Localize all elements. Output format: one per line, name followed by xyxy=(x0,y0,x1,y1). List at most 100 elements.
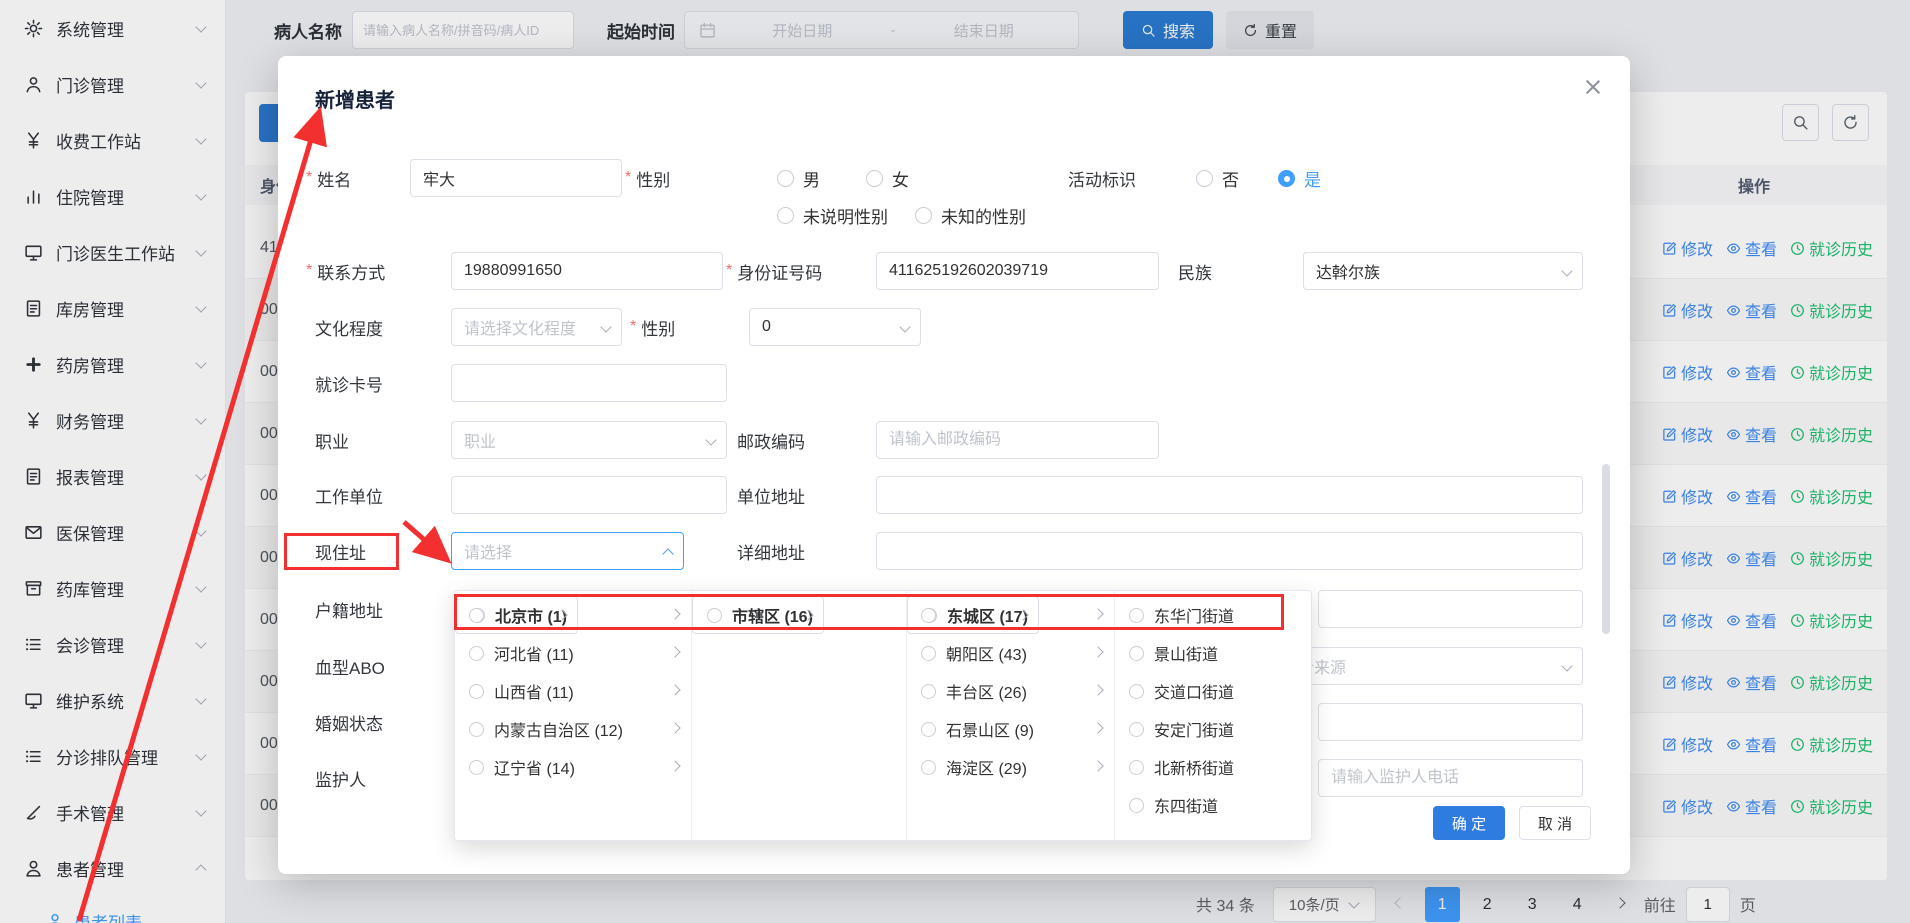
ethnicity-label: 民族 xyxy=(1178,252,1212,290)
cascader-option[interactable]: 东四街道 xyxy=(1115,786,1311,824)
cascader-option[interactable]: 辽宁省 (14) xyxy=(455,748,691,786)
cascader-option-label: 河北省 (11) xyxy=(494,641,661,665)
chevron-down-icon xyxy=(600,322,612,334)
work-unit-input[interactable] xyxy=(451,476,727,514)
radio-icon[interactable] xyxy=(469,646,484,661)
chevron-up-icon xyxy=(662,546,674,558)
chevron-right-icon xyxy=(671,647,681,659)
cascader-option-label: 朝阳区 (43) xyxy=(946,641,1084,665)
radio-checked-icon[interactable] xyxy=(1278,170,1295,187)
dialog-scrollbar[interactable] xyxy=(1602,464,1610,634)
occupation-select[interactable]: 职业 xyxy=(451,421,727,459)
gender-radio-male[interactable]: 男 xyxy=(777,159,820,197)
confirm-button[interactable]: 确 定 xyxy=(1433,806,1505,840)
cascader-option[interactable]: 山西省 (11) xyxy=(455,672,691,710)
gender-radio-female[interactable]: 女 xyxy=(866,159,909,197)
cascader-option-label: 市辖区 (16) xyxy=(732,603,813,627)
cascader-option[interactable]: 景山街道 xyxy=(1115,634,1311,672)
radio-icon[interactable] xyxy=(1129,608,1144,623)
radio-icon[interactable] xyxy=(777,207,794,224)
radio-icon[interactable] xyxy=(1129,684,1144,699)
id-number-label: *身份证号码 xyxy=(726,252,822,290)
chevron-right-icon xyxy=(671,761,681,773)
cascader-option-label: 海淀区 (29) xyxy=(946,755,1084,779)
cascader-column: 市辖区 (16) xyxy=(692,591,907,840)
education-label: 文化程度 xyxy=(315,308,383,346)
chevron-right-icon xyxy=(1094,723,1104,735)
cascader-option[interactable]: 石景山区 (9) xyxy=(907,710,1114,748)
radio-icon[interactable] xyxy=(921,684,936,699)
cascader-option[interactable]: 市辖区 (16) xyxy=(692,596,824,634)
radio-icon[interactable] xyxy=(921,646,936,661)
postal-code-input[interactable] xyxy=(876,421,1159,459)
marital-status-side-input[interactable] xyxy=(1318,703,1583,741)
radio-icon[interactable] xyxy=(469,684,484,699)
radio-icon[interactable] xyxy=(921,722,936,737)
education-select[interactable]: 请选择文化程度 xyxy=(451,308,622,346)
cascader-option[interactable]: 河北省 (11) xyxy=(455,634,691,672)
radio-icon[interactable] xyxy=(469,608,484,623)
postal-code-label: 邮政编码 xyxy=(737,421,805,459)
cancel-button[interactable]: 取 消 xyxy=(1519,806,1591,840)
gender-code-select[interactable]: 0 xyxy=(749,308,921,346)
chevron-down-icon xyxy=(705,435,717,447)
contact-input[interactable] xyxy=(451,252,723,290)
chevron-right-icon xyxy=(558,610,568,622)
radio-icon[interactable] xyxy=(921,608,936,623)
radio-icon[interactable] xyxy=(1129,646,1144,661)
radio-icon[interactable] xyxy=(915,207,932,224)
radio-icon[interactable] xyxy=(1129,722,1144,737)
gender-radio-unexplained[interactable]: 未说明性别 xyxy=(777,196,888,234)
radio-icon[interactable] xyxy=(866,170,883,187)
cascader-option[interactable]: 安定门街道 xyxy=(1115,710,1311,748)
chevron-right-icon xyxy=(1094,609,1104,621)
cascader-option-label: 辽宁省 (14) xyxy=(494,755,661,779)
address-cascader-dropdown: 北京市 (1)天津市 (1)河北省 (11)山西省 (11)内蒙古自治区 (12… xyxy=(454,590,1312,841)
chevron-down-icon xyxy=(899,322,911,334)
radio-icon[interactable] xyxy=(1196,170,1213,187)
close-icon[interactable] xyxy=(1582,76,1604,98)
radio-icon[interactable] xyxy=(1129,760,1144,775)
cascader-option[interactable]: 内蒙古自治区 (12) xyxy=(455,710,691,748)
contact-label: *联系方式 xyxy=(306,252,385,290)
guardian-label: 监护人 xyxy=(315,759,366,797)
cascader-option-label: 安定门街道 xyxy=(1154,717,1301,741)
card-no-input[interactable] xyxy=(451,364,727,402)
radio-icon[interactable] xyxy=(921,760,936,775)
gender-radio-unknown[interactable]: 未知的性别 xyxy=(915,196,1026,234)
current-address-cascader-select[interactable]: 请选择 xyxy=(451,532,684,570)
radio-icon[interactable] xyxy=(1129,798,1144,813)
radio-icon[interactable] xyxy=(707,608,722,623)
cascader-option-label: 北新桥街道 xyxy=(1154,755,1301,779)
active-flag-label: 活动标识 xyxy=(1068,159,1136,197)
active-flag-radio-no[interactable]: 否 xyxy=(1196,159,1239,197)
household-address-label: 户籍地址 xyxy=(315,590,383,628)
unit-address-label: 单位地址 xyxy=(737,476,805,514)
cascader-option[interactable]: 东华门街道 xyxy=(1115,596,1311,634)
household-address-input[interactable] xyxy=(1318,590,1583,628)
cascader-option-label: 景山街道 xyxy=(1154,641,1301,665)
gender-label: *性别 xyxy=(625,159,670,197)
blood-type-label: 血型ABO xyxy=(315,647,385,685)
radio-icon[interactable] xyxy=(469,722,484,737)
ethnicity-select[interactable]: 达斡尔族 xyxy=(1303,252,1583,290)
cascader-column: 东城区 (17)西城区 (15)朝阳区 (43)丰台区 (26)石景山区 (9)… xyxy=(907,591,1115,840)
cascader-option[interactable]: 北新桥街道 xyxy=(1115,748,1311,786)
unit-address-input[interactable] xyxy=(876,476,1583,514)
id-number-input[interactable] xyxy=(876,252,1159,290)
cascader-option[interactable]: 丰台区 (26) xyxy=(907,672,1114,710)
active-flag-radio-yes[interactable]: 是 xyxy=(1278,159,1321,197)
name-input[interactable] xyxy=(410,159,622,197)
cascader-option[interactable]: 交道口街道 xyxy=(1115,672,1311,710)
detail-address-input[interactable] xyxy=(876,532,1583,570)
current-address-label: 现住址 xyxy=(315,532,366,570)
cascader-option-label: 石景山区 (9) xyxy=(946,717,1084,741)
cascader-option-label: 内蒙古自治区 (12) xyxy=(494,717,661,741)
cascader-option[interactable]: 朝阳区 (43) xyxy=(907,634,1114,672)
chevron-right-icon xyxy=(804,610,814,622)
chevron-down-icon xyxy=(1561,266,1573,278)
radio-icon[interactable] xyxy=(777,170,794,187)
cascader-option[interactable]: 海淀区 (29) xyxy=(907,748,1114,786)
guardian-phone-input[interactable] xyxy=(1318,759,1583,797)
radio-icon[interactable] xyxy=(469,760,484,775)
